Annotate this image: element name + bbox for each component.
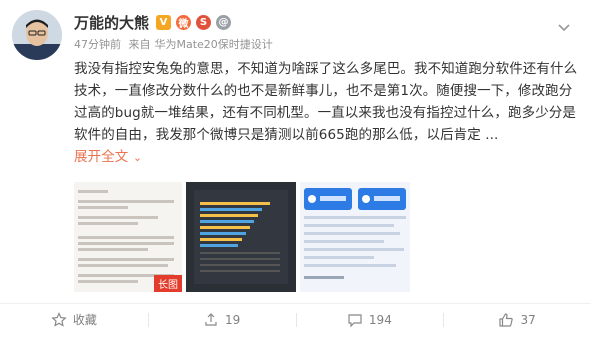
post-text: 我没有指控安兔兔的意思，不知道为啥踩了这么多尾巴。我不知道跑分软件还有什么技术，…	[74, 58, 580, 169]
repost-count: 19	[224, 312, 241, 327]
post-time[interactable]: 47分钟前	[74, 38, 121, 51]
thumbs-up-icon	[499, 312, 514, 327]
favorite-button[interactable]: 收藏	[0, 304, 148, 335]
star-icon	[51, 311, 67, 327]
image-thumbnail-1[interactable]: 长图	[74, 182, 182, 292]
post-source[interactable]: 华为Mate20保时捷设计	[155, 38, 273, 51]
chevron-down-icon[interactable]	[557, 20, 571, 34]
verified-badge-icon[interactable]: V	[156, 14, 172, 30]
like-count: 37	[520, 312, 536, 327]
image-thumbnail-2[interactable]	[186, 182, 296, 292]
author-name[interactable]: 万能的大熊	[74, 12, 149, 33]
media-gallery: 长图	[74, 182, 410, 292]
comment-button[interactable]: 194	[295, 304, 444, 335]
source-prefix: 来自	[128, 38, 151, 51]
repost-button[interactable]: 19	[147, 304, 296, 335]
action-bar: 收藏 19 194 37	[0, 303, 591, 335]
avatar[interactable]	[12, 10, 62, 60]
repost-icon	[205, 312, 217, 326]
medal-badge-icon[interactable]: @	[216, 14, 232, 30]
image-thumbnail-3[interactable]	[300, 182, 410, 292]
post-meta: 47分钟前 来自 华为Mate20保时捷设计	[74, 36, 579, 52]
favorite-label: 收藏	[72, 313, 97, 327]
chevron-down-icon: ⌄	[132, 151, 143, 164]
expand-full-text-link[interactable]: 展开全文	[74, 149, 128, 165]
comment-count: 194	[368, 312, 392, 327]
member-badge-icon[interactable]: 微	[176, 14, 192, 30]
post-header: 万能的大熊 V 微 S @ 47分钟前 来自 华为Mate20保时捷设计	[74, 12, 579, 52]
level-badge-icon[interactable]: S	[196, 14, 212, 30]
comment-icon	[348, 313, 362, 327]
post-body: 我没有指控安兔兔的意思，不知道为啥踩了这么多尾巴。我不知道跑分软件还有什么技术，…	[74, 61, 578, 143]
long-image-label: 长图	[154, 275, 182, 292]
like-button[interactable]: 37	[443, 304, 591, 335]
